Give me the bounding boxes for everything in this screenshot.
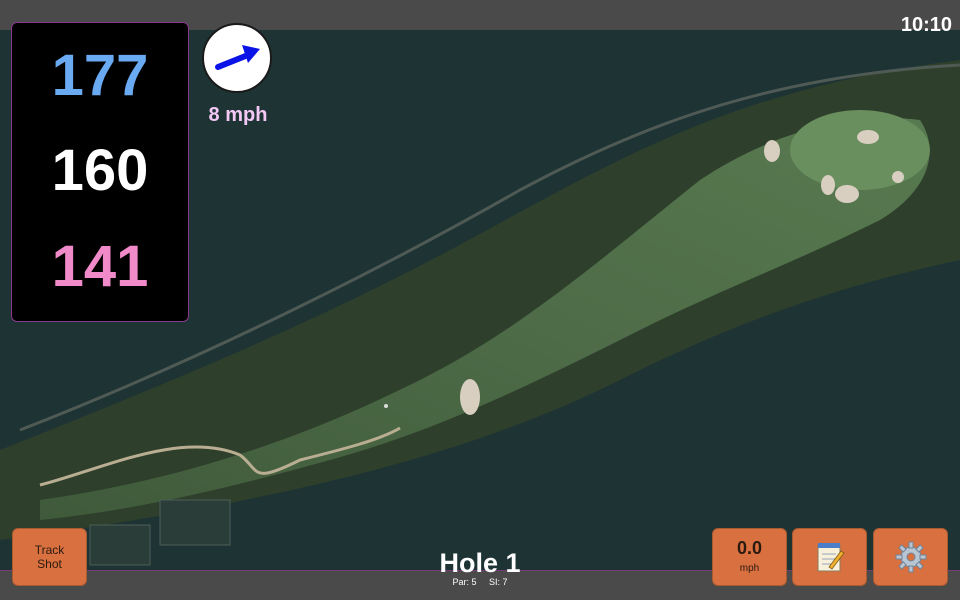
yardage-middle: 160 [51, 138, 149, 203]
tennis-court [159, 499, 231, 546]
hole-stroke-index: SI: 7 [489, 577, 508, 587]
track-shot-button[interactable]: Track Shot [12, 528, 87, 586]
yardage-front: 141 [51, 234, 149, 299]
greenside-bunker [764, 140, 780, 162]
speed-button[interactable]: 0.0 mph [712, 528, 787, 586]
greenside-bunker [835, 185, 859, 203]
yardage-back: 177 [51, 43, 149, 108]
clock: 10:10 [900, 14, 952, 36]
gear-icon [895, 541, 926, 573]
greenside-bunker [892, 171, 904, 183]
notes-button[interactable] [792, 528, 867, 586]
wind-speed: 8 mph [208, 104, 268, 126]
hole-meta: Par: 5 SI: 7 [380, 577, 580, 587]
settings-button[interactable] [873, 528, 948, 586]
greenside-bunker [821, 175, 835, 195]
notepad-icon [817, 543, 845, 572]
wind-indicator [202, 23, 272, 93]
hole-par: Par: 5 [452, 577, 477, 587]
yardage-panel: 177 160 141 [11, 22, 189, 322]
golf-gps-screen: 10:10 177 160 141 8 mph Track Shot Hole … [0, 0, 960, 600]
tennis-court [89, 524, 151, 566]
green [790, 110, 930, 190]
greenside-bunker [857, 130, 879, 144]
track-shot-label-line2: Shot [37, 557, 62, 571]
wind-direction-arrow-icon [215, 45, 260, 70]
ball-marker [384, 404, 388, 408]
speed-value: 0.0 [736, 538, 763, 558]
speed-unit: mph [739, 563, 760, 574]
track-shot-label-line1: Track [34, 543, 65, 557]
hole-title: Hole 1 [439, 548, 521, 578]
fairway-bunker [460, 379, 480, 415]
